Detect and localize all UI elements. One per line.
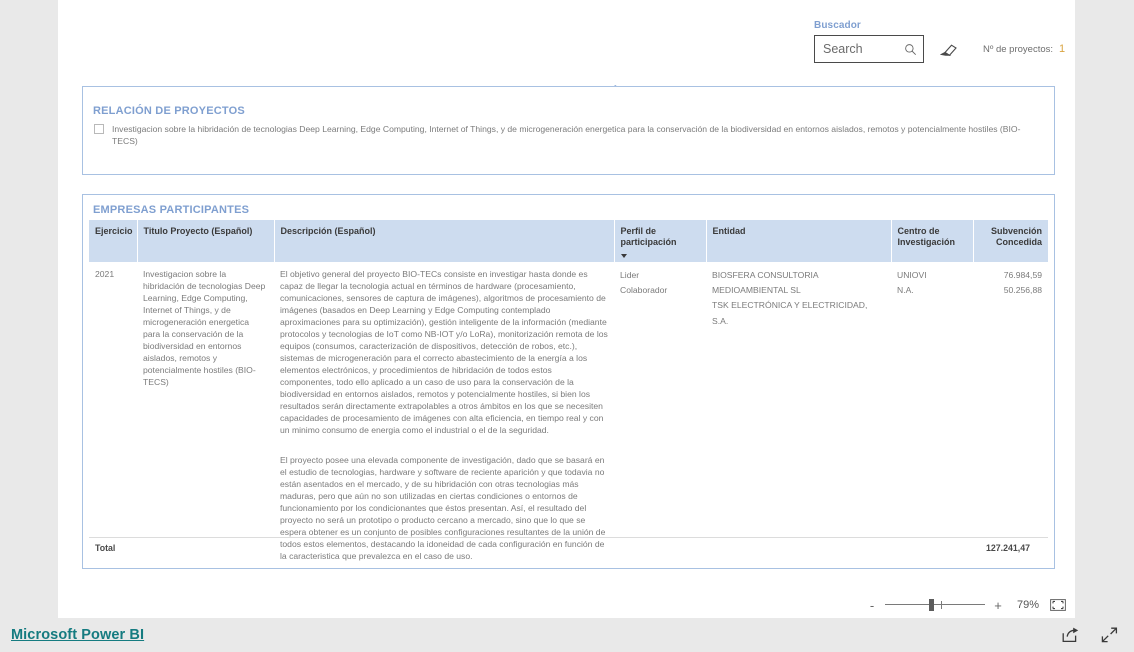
zoom-slider-track	[885, 604, 985, 605]
zoom-toolbar: - + 79%	[58, 592, 1075, 618]
perfil-value: Lider	[620, 270, 640, 280]
projects-panel: RELACIÓN DE PROYECTOS Investigacion sobr…	[82, 86, 1055, 175]
column-header-titulo[interactable]: Titulo Proyecto (Español)	[137, 220, 275, 262]
companies-panel-heading: EMPRESAS PARTICIPANTES	[93, 204, 250, 216]
project-label: Investigacion sobre la hibridación de te…	[112, 124, 1021, 146]
search-icon	[905, 43, 917, 55]
zoom-level-value: 79%	[1016, 599, 1039, 611]
total-row: Total 127.241,47	[89, 537, 1048, 558]
project-count: Nº de proyectos: 1	[983, 43, 1065, 55]
column-header-perfil[interactable]: Perfil de participación	[614, 220, 707, 262]
fit-to-page-button[interactable]	[1049, 598, 1067, 612]
full-screen-button[interactable]	[1101, 627, 1118, 644]
share-icon	[1062, 627, 1079, 643]
project-list: Investigacion sobre la hibridación de te…	[94, 123, 1046, 147]
search-slicer-label: Buscador	[814, 20, 861, 31]
subvencion-value: 76.984,59	[1003, 270, 1042, 280]
bottom-bar-actions	[1062, 627, 1118, 644]
table-row[interactable]: 2021 Investigacion sobre la hibridación …	[89, 262, 1048, 562]
entidad-value: TSK ELECTRÓNICA Y ELECTRICIDAD, S.A.	[712, 300, 868, 326]
column-header-entidad[interactable]: Entidad	[706, 220, 892, 262]
zoom-in-button[interactable]: +	[991, 598, 1005, 613]
search-box[interactable]	[814, 35, 924, 63]
power-bi-logo-link[interactable]: Microsoft Power BI	[11, 627, 144, 643]
share-button[interactable]	[1062, 627, 1079, 644]
search-row: Nº de proyectos: 1	[814, 35, 1065, 63]
companies-panel: EMPRESAS PARTICIPANTES Ejercicio Titulo …	[82, 194, 1055, 569]
centro-value: N.A.	[897, 285, 914, 296]
eraser-icon	[940, 43, 957, 56]
table-header-row: Ejercicio Titulo Proyecto (Español) Desc…	[89, 220, 1048, 262]
zoom-slider-thumb[interactable]	[929, 599, 934, 611]
cell-descripcion: El objetivo general del proyecto BIO-TEC…	[274, 262, 614, 562]
centro-value: UNIOVI	[897, 270, 927, 280]
companies-matrix: Ejercicio Titulo Proyecto (Español) Desc…	[89, 220, 1048, 562]
column-header-subvencion[interactable]: Subvención Concedida	[973, 220, 1048, 262]
column-header-centro[interactable]: Centro de Investigación	[891, 220, 974, 262]
entidad-value: BIOSFERA CONSULTORIA MEDIOAMBIENTAL SL	[712, 270, 819, 296]
sort-descending-icon	[620, 254, 627, 258]
clear-filters-button[interactable]	[940, 40, 957, 58]
project-count-label: Nº de proyectos:	[983, 44, 1054, 55]
column-header-descripcion[interactable]: Descripción (Español)	[274, 220, 615, 262]
zoom-out-button[interactable]: -	[865, 598, 879, 613]
cell-entidad: BIOSFERA CONSULTORIA MEDIOAMBIENTAL SL T…	[706, 262, 891, 562]
full-screen-icon	[1101, 627, 1118, 643]
bottom-bar: Microsoft Power BI	[0, 618, 1134, 652]
search-slicer: Buscador Nº de proyectos: 1	[814, 20, 1065, 63]
list-item[interactable]: Investigacion sobre la hibridación de te…	[94, 123, 1046, 147]
project-checkbox[interactable]	[94, 124, 104, 134]
column-header-ejercicio[interactable]: Ejercicio	[89, 220, 138, 262]
projects-panel-heading: RELACIÓN DE PROYECTOS	[93, 105, 245, 117]
search-input[interactable]	[823, 42, 900, 56]
total-label: Total	[95, 543, 116, 553]
cell-perfil: Lider Colaborador	[614, 262, 706, 562]
subvencion-value: 50.256,88	[1003, 285, 1042, 296]
cell-centro: UNIOVI N.A.	[891, 262, 973, 562]
descripcion-paragraph-1: El objetivo general del proyecto BIO-TEC…	[280, 269, 608, 435]
fit-to-page-icon	[1050, 599, 1066, 611]
total-value: 127.241,47	[985, 543, 1030, 553]
report-canvas: Buscador Nº de proyectos: 1 TOPIC:	[58, 0, 1075, 618]
perfil-value: Colaborador	[620, 285, 668, 296]
zoom-slider-notch	[941, 601, 942, 609]
cell-subvencion: 76.984,59 50.256,88	[973, 262, 1048, 562]
zoom-slider[interactable]	[885, 598, 985, 612]
column-header-perfil-label: Perfil de participación	[620, 226, 677, 247]
cell-titulo: Investigacion sobre la hibridación de te…	[143, 269, 266, 387]
project-count-value: 1	[1059, 43, 1066, 55]
cell-ejercicio: 2021	[95, 269, 115, 279]
